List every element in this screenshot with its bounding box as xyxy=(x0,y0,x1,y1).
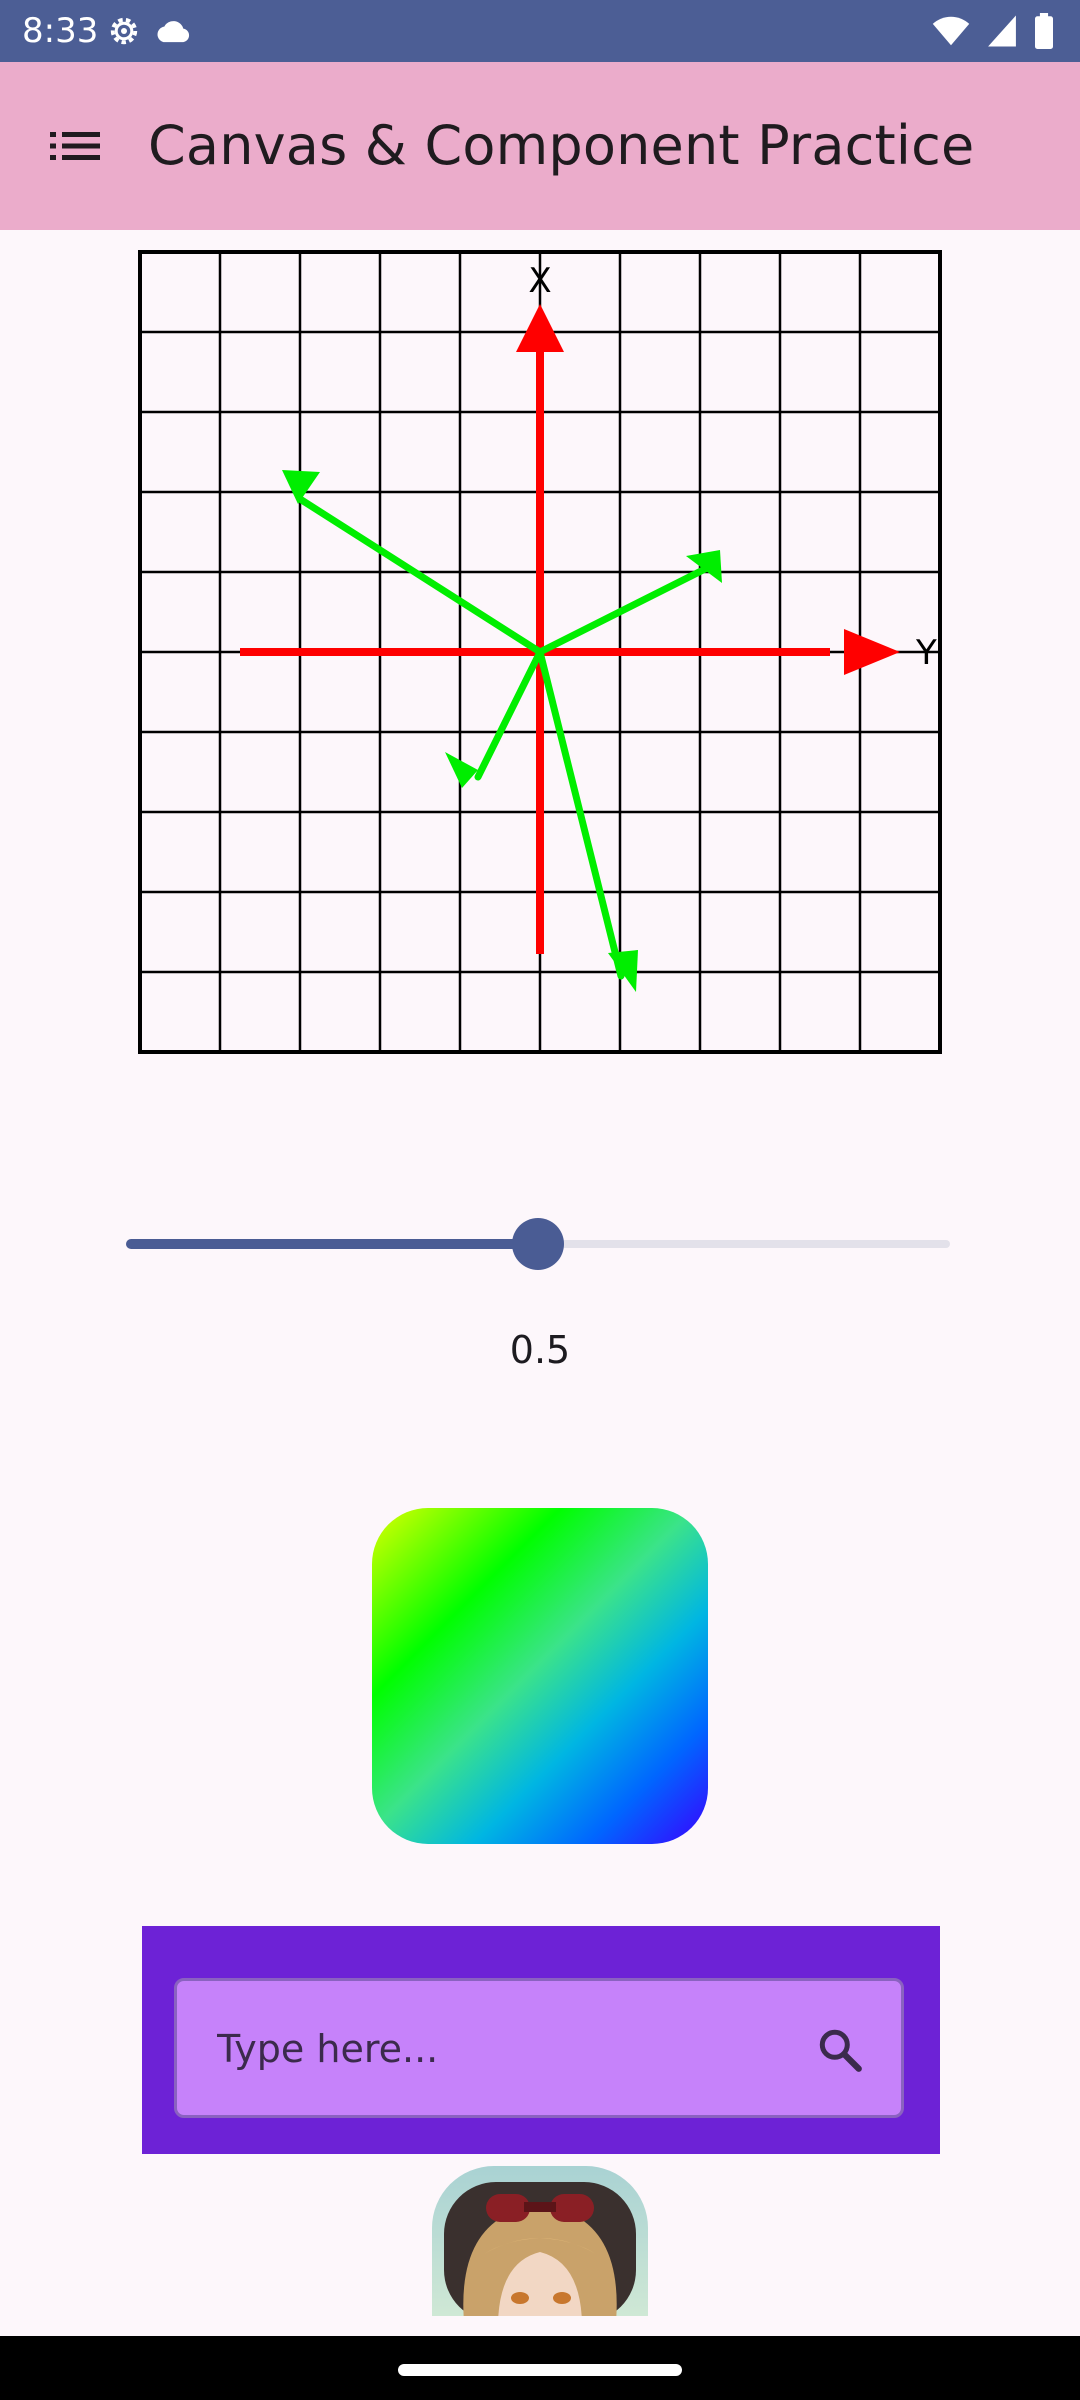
y-axis-arrow xyxy=(844,629,900,675)
vector-lower-left-arrow xyxy=(445,752,478,788)
slider-value-label: 0.5 xyxy=(509,1328,571,1372)
cloud-icon xyxy=(157,21,190,43)
navigation-bar xyxy=(0,2336,1080,2400)
vector-graph-canvas: X Y xyxy=(138,250,942,1054)
slider-active-track xyxy=(126,1239,538,1249)
x-axis-arrow xyxy=(516,304,564,352)
vector-upper-left xyxy=(296,495,544,656)
avatar-image xyxy=(444,2182,636,2316)
x-axis-label: X xyxy=(528,261,551,301)
wifi-icon xyxy=(932,16,970,46)
home-handle[interactable] xyxy=(398,2364,682,2376)
gradient-box xyxy=(372,1508,708,1844)
search-icon[interactable] xyxy=(815,2025,865,2075)
avatar xyxy=(432,2166,648,2316)
app-bar: Canvas & Component Practice xyxy=(0,62,1080,230)
value-slider[interactable] xyxy=(118,1216,958,1270)
y-axis-label: Y xyxy=(915,633,937,673)
list-icon[interactable] xyxy=(48,124,102,168)
status-time: 8:33 xyxy=(22,11,99,51)
cell-signal-icon xyxy=(988,15,1016,47)
status-bar: 8:33 xyxy=(0,0,1080,62)
vector-upper-left-arrow xyxy=(282,470,320,504)
search-field[interactable] xyxy=(174,1978,904,2118)
page-title: Canvas & Component Practice xyxy=(148,114,975,177)
settings-icon xyxy=(110,17,138,45)
search-container xyxy=(142,1926,940,2154)
slider-thumb[interactable] xyxy=(512,1218,564,1270)
vector-lower-right xyxy=(536,648,625,980)
vector-upper-right xyxy=(536,560,719,656)
search-input[interactable] xyxy=(215,1981,779,2117)
battery-icon xyxy=(1035,13,1053,49)
vector-lower-left xyxy=(474,648,544,781)
